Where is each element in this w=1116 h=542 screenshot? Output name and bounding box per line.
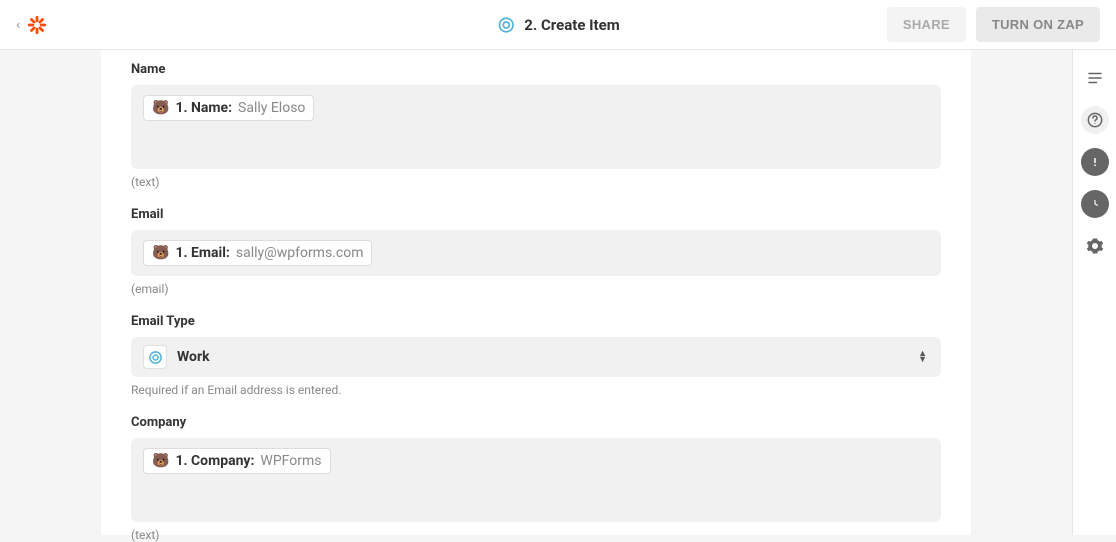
- header-right: SHARE TURN ON ZAP: [887, 7, 1100, 42]
- field-company: Company 🐻 1. Company: WPForms (text): [131, 415, 941, 542]
- company-pill-value: WPForms: [260, 453, 321, 469]
- email-type-label: Email Type: [131, 314, 941, 329]
- company-pill-label: 1. Company:: [175, 453, 254, 469]
- alert-icon[interactable]: [1081, 148, 1109, 176]
- main-area: Name 🐻 1. Name: Sally Eloso (text) Email…: [0, 50, 1116, 535]
- email-pill[interactable]: 🐻 1. Email: sally@wpforms.com: [143, 240, 372, 266]
- content-wrap: Name 🐻 1. Name: Sally Eloso (text) Email…: [0, 50, 1072, 535]
- field-email-type: Email Type Work ▲▼ Required if an Email …: [131, 314, 941, 397]
- email-hint: (email): [131, 282, 941, 296]
- outline-icon[interactable]: [1081, 64, 1109, 92]
- name-pill-label: 1. Name:: [175, 100, 232, 116]
- zapier-logo-icon[interactable]: [26, 14, 48, 36]
- select-caret-icon: ▲▼: [918, 351, 927, 363]
- name-hint: (text): [131, 175, 941, 189]
- right-rail: [1072, 50, 1116, 535]
- wpforms-source-icon: 🐻: [152, 245, 169, 261]
- header-center: 2. Create Item: [496, 15, 619, 35]
- share-button[interactable]: SHARE: [887, 7, 966, 42]
- email-pill-label: 1. Email:: [175, 245, 229, 261]
- back-chevron-icon[interactable]: ‹: [16, 17, 20, 33]
- header-bar: ‹ 2. Create Item SHARE TURN ON ZAP: [0, 0, 1116, 50]
- step-title: 2. Create Item: [524, 16, 619, 34]
- field-email: Email 🐻 1. Email: sally@wpforms.com (ema…: [131, 207, 941, 296]
- email-pill-value: sally@wpforms.com: [236, 245, 364, 261]
- email-type-hint: Required if an Email address is entered.: [131, 383, 941, 397]
- form-card: Name 🐻 1. Name: Sally Eloso (text) Email…: [101, 50, 971, 535]
- wpforms-source-icon: 🐻: [152, 100, 169, 116]
- name-label: Name: [131, 62, 941, 77]
- wpforms-source-icon: 🐻: [152, 453, 169, 469]
- email-input[interactable]: 🐻 1. Email: sally@wpforms.com: [131, 230, 941, 276]
- podio-app-icon: [496, 15, 516, 35]
- email-type-select[interactable]: Work ▲▼: [131, 337, 941, 377]
- email-type-value: Work: [177, 349, 210, 365]
- settings-gear-icon[interactable]: [1081, 232, 1109, 260]
- email-label: Email: [131, 207, 941, 222]
- company-pill[interactable]: 🐻 1. Company: WPForms: [143, 448, 331, 474]
- turn-on-zap-button[interactable]: TURN ON ZAP: [976, 7, 1100, 42]
- name-pill[interactable]: 🐻 1. Name: Sally Eloso: [143, 95, 314, 121]
- name-pill-value: Sally Eloso: [238, 100, 305, 116]
- header-left: ‹: [16, 14, 48, 36]
- name-input[interactable]: 🐻 1. Name: Sally Eloso: [131, 85, 941, 169]
- podio-app-icon: [143, 345, 167, 369]
- company-input[interactable]: 🐻 1. Company: WPForms: [131, 438, 941, 522]
- clock-icon[interactable]: [1081, 190, 1109, 218]
- company-hint: (text): [131, 528, 941, 542]
- field-name: Name 🐻 1. Name: Sally Eloso (text): [131, 62, 941, 189]
- company-label: Company: [131, 415, 941, 430]
- help-icon[interactable]: [1081, 106, 1109, 134]
